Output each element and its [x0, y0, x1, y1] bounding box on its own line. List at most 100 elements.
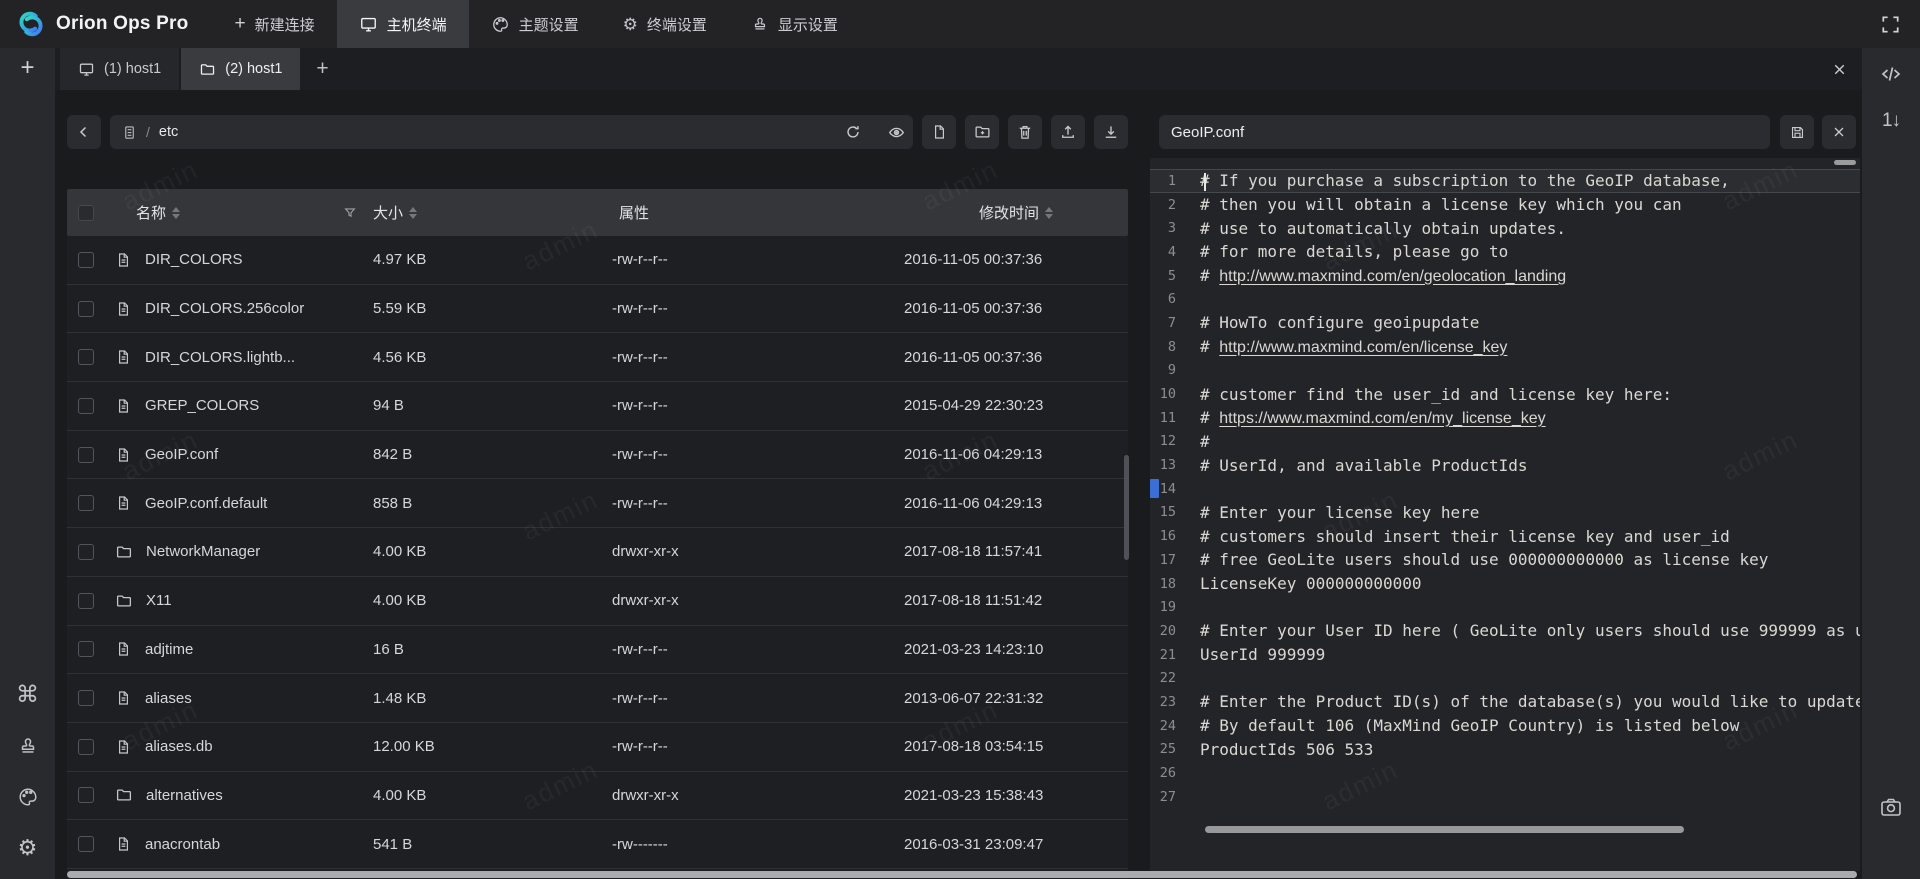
file-name[interactable]: alternatives — [146, 787, 223, 804]
file-name[interactable]: DIR_COLORS.256color — [145, 300, 304, 317]
breadcrumb-path[interactable]: etc — [159, 124, 178, 140]
table-row[interactable]: GeoIP.conf842 B-rw-r--r--2016-11-06 04:2… — [67, 431, 1128, 480]
row-checkbox[interactable] — [78, 398, 94, 414]
back-button[interactable] — [67, 115, 101, 149]
column-header-name[interactable]: 名称 — [115, 202, 373, 223]
editor-filename-input[interactable]: GeoIP.conf — [1159, 115, 1770, 149]
code-line[interactable]: 8# http://www.maxmind.com/en/license_key — [1150, 335, 1860, 359]
code-line[interactable]: 6 — [1150, 287, 1860, 311]
sort-lines-icon[interactable]: 1↓ — [1882, 110, 1900, 132]
table-row[interactable]: GeoIP.conf.default858 B-rw-r--r--2016-11… — [67, 479, 1128, 528]
sort-size-icon[interactable] — [409, 207, 417, 219]
code-line[interactable]: 25ProductIds 506 533 — [1150, 738, 1860, 762]
file-name[interactable]: GeoIP.conf — [145, 446, 218, 463]
table-row[interactable]: adjtime16 B-rw-r--r--2021-03-23 14:23:10 — [67, 626, 1128, 675]
stamp-icon[interactable] — [17, 735, 39, 757]
rail-add-button[interactable]: + — [20, 56, 34, 80]
menu-new-connection[interactable]: + 新建连接 — [212, 0, 336, 48]
code-line[interactable]: 26 — [1150, 761, 1860, 785]
code-icon[interactable] — [1879, 62, 1903, 86]
code-line[interactable]: 3# use to automatically obtain updates. — [1150, 216, 1860, 240]
code-line[interactable]: 27 — [1150, 785, 1860, 809]
file-name[interactable]: GeoIP.conf.default — [145, 495, 267, 512]
menu-theme-settings[interactable]: 主题设置 — [469, 0, 601, 48]
code-editor[interactable]: 1# If you purchase a subscription to the… — [1150, 158, 1860, 871]
row-checkbox[interactable] — [78, 593, 94, 609]
editor-horizontal-scrollbar[interactable] — [1205, 826, 1684, 833]
file-name[interactable]: aliases.db — [145, 738, 213, 755]
menu-terminal-settings[interactable]: ⚙ 终端设置 — [601, 0, 729, 48]
row-checkbox[interactable] — [78, 447, 94, 463]
code-line[interactable]: 7# HowTo configure geoipupdate — [1150, 311, 1860, 335]
code-line[interactable]: 16# customers should insert their licens… — [1150, 524, 1860, 548]
file-name[interactable]: adjtime — [145, 641, 193, 658]
tab-host1-sftp[interactable]: (2) host1 — [181, 48, 300, 90]
save-file-button[interactable] — [1780, 115, 1814, 149]
table-row[interactable]: DIR_COLORS4.97 KB-rw-r--r--2016-11-05 00… — [67, 236, 1128, 285]
row-checkbox[interactable] — [78, 787, 94, 803]
code-line[interactable]: 10# customer find the user_id and licens… — [1150, 382, 1860, 406]
code-line[interactable]: 15# Enter your license key here — [1150, 501, 1860, 525]
fullscreen-icon[interactable] — [1879, 13, 1902, 36]
row-checkbox[interactable] — [78, 252, 94, 268]
menu-host-terminal[interactable]: 主机终端 — [337, 0, 469, 48]
file-name[interactable]: DIR_COLORS — [145, 251, 243, 268]
column-header-size[interactable]: 大小 — [373, 202, 612, 223]
table-row[interactable]: aliases.db12.00 KB-rw-r--r--2017-08-18 0… — [67, 723, 1128, 772]
table-row[interactable]: aliases1.48 KB-rw-r--r--2013-06-07 22:31… — [67, 674, 1128, 723]
file-name[interactable]: DIR_COLORS.lightb... — [145, 349, 295, 366]
horizontal-scrollbar[interactable] — [67, 871, 1857, 878]
new-tab-button[interactable]: + — [302, 48, 342, 90]
new-file-button[interactable] — [922, 115, 956, 149]
row-checkbox[interactable] — [78, 495, 94, 511]
code-line[interactable]: 24# By default 106 (MaxMind GeoIP Countr… — [1150, 714, 1860, 738]
code-line[interactable]: 5# http://www.maxmind.com/en/geolocation… — [1150, 264, 1860, 288]
code-line[interactable]: 11# https://www.maxmind.com/en/my_licens… — [1150, 406, 1860, 430]
code-line[interactable]: 14 — [1150, 477, 1860, 501]
file-name[interactable]: aliases — [145, 690, 192, 707]
row-checkbox[interactable] — [78, 641, 94, 657]
code-line[interactable]: 19 — [1150, 595, 1860, 619]
table-row[interactable]: anacrontab541 B-rw-------2016-03-31 23:0… — [67, 820, 1128, 869]
upload-button[interactable] — [1051, 115, 1085, 149]
row-checkbox[interactable] — [78, 301, 94, 317]
code-line[interactable]: 20# Enter your User ID here ( GeoLite on… — [1150, 619, 1860, 643]
tab-host1-terminal[interactable]: (1) host1 — [60, 48, 179, 90]
preview-button[interactable] — [879, 115, 913, 149]
delete-button[interactable] — [1008, 115, 1042, 149]
menu-display-settings[interactable]: 显示设置 — [729, 0, 860, 48]
table-row[interactable]: X114.00 KBdrwxr-xr-x2017-08-18 11:51:42 — [67, 577, 1128, 626]
code-line[interactable]: 23# Enter the Product ID(s) of the datab… — [1150, 690, 1860, 714]
row-checkbox[interactable] — [78, 836, 94, 852]
sort-name-icon[interactable] — [172, 207, 180, 219]
code-line[interactable]: 21UserId 999999 — [1150, 643, 1860, 667]
file-name[interactable]: anacrontab — [145, 836, 220, 853]
editor-vertical-scrollbar[interactable] — [1834, 160, 1856, 165]
code-line[interactable]: 12# — [1150, 430, 1860, 454]
row-checkbox[interactable] — [78, 544, 94, 560]
file-name[interactable]: NetworkManager — [146, 543, 260, 560]
camera-icon[interactable] — [1879, 795, 1903, 819]
code-line[interactable]: 1# If you purchase a subscription to the… — [1150, 169, 1860, 193]
row-checkbox[interactable] — [78, 690, 94, 706]
column-header-modified[interactable]: 修改时间 — [904, 202, 1128, 223]
code-line[interactable]: 17# free GeoLite users should use 000000… — [1150, 548, 1860, 572]
code-line[interactable]: 4# for more details, please go to — [1150, 240, 1860, 264]
code-line[interactable]: 13# UserId, and available ProductIds — [1150, 453, 1860, 477]
code-line[interactable]: 22 — [1150, 666, 1860, 690]
table-row[interactable]: GREP_COLORS94 B-rw-r--r--2015-04-29 22:3… — [67, 382, 1128, 431]
table-row[interactable]: NetworkManager4.00 KBdrwxr-xr-x2017-08-1… — [67, 528, 1128, 577]
file-name[interactable]: GREP_COLORS — [145, 397, 259, 414]
file-name[interactable]: X11 — [146, 592, 172, 609]
close-session-button[interactable] — [1831, 48, 1848, 90]
palette-icon[interactable] — [17, 786, 39, 808]
refresh-button[interactable] — [836, 115, 870, 149]
table-row[interactable]: DIR_COLORS.256color5.59 KB-rw-r--r--2016… — [67, 285, 1128, 334]
select-all-checkbox[interactable] — [78, 205, 94, 221]
filter-icon[interactable] — [343, 206, 357, 220]
row-checkbox[interactable] — [78, 349, 94, 365]
breadcrumb[interactable]: / etc — [110, 115, 897, 149]
download-button[interactable] — [1094, 115, 1128, 149]
command-icon[interactable]: ⌘ — [16, 683, 39, 706]
table-row[interactable]: alternatives4.00 KBdrwxr-xr-x2021-03-23 … — [67, 772, 1128, 821]
